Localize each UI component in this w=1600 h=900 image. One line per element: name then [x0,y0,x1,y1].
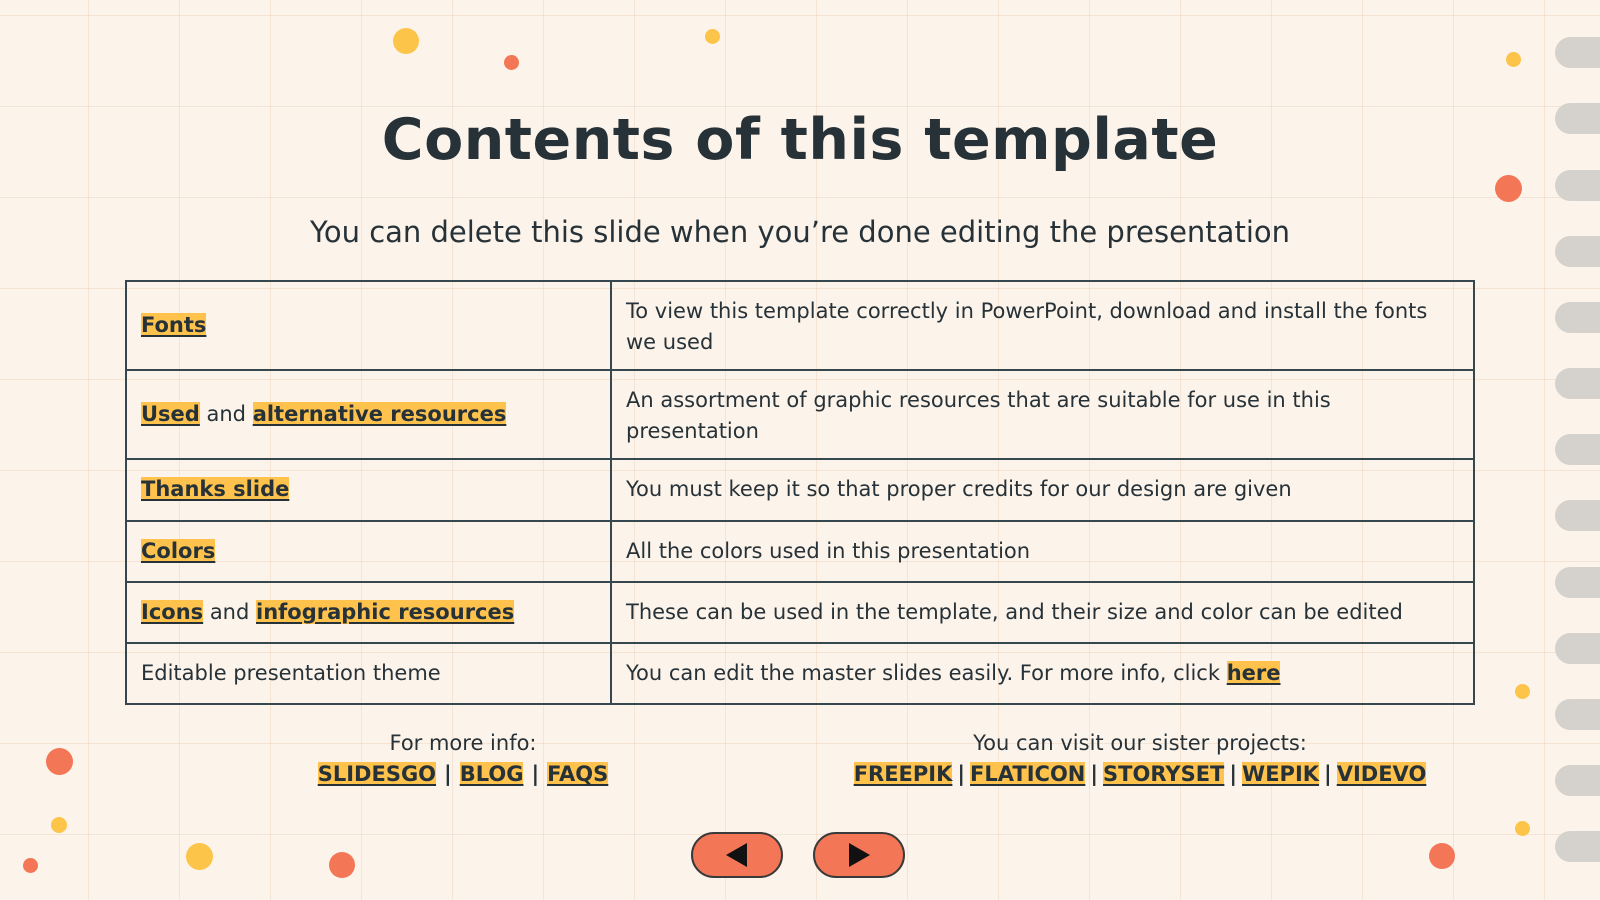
decorative-dot [1515,821,1530,836]
icons-link[interactable]: Icons [141,599,204,624]
decorative-dot [504,55,519,70]
row-title-cell: Fonts [125,279,612,372]
triangle-left-icon [726,843,747,867]
next-slide-button[interactable] [813,832,905,878]
row-connector-text: and [203,599,256,624]
blog-link[interactable]: BLOG [459,762,524,786]
notebook-tab [1555,368,1600,399]
notebook-tab [1555,765,1600,796]
sister-projects-label: You can visit our sister projects: [973,731,1307,755]
notebook-tab [1555,37,1600,68]
decorative-dot [23,858,38,873]
link-separator: | [1090,762,1099,786]
alternative-resources-link[interactable]: alternative resources [252,402,507,427]
table-row: Icons and infographic resources These ca… [125,580,1475,644]
slidesgo-link[interactable]: SLIDESGO [317,762,437,786]
more-info-section: For more info: SLIDESGO | BLOG | FAQS [263,728,663,790]
row-title-cell: Colors [125,519,612,583]
videvo-link[interactable]: VIDEVO [1336,762,1427,786]
row-description-cell: These can be used in the template, and t… [610,580,1475,644]
freepik-link[interactable]: FREEPIK [853,762,953,786]
notebook-tab [1555,170,1600,201]
row-description-cell: All the colors used in this presentation [610,519,1475,583]
notebook-tab [1555,633,1600,664]
row-title-cell: Thanks slide [125,458,612,522]
previous-slide-button[interactable] [691,832,783,878]
colors-link[interactable]: Colors [141,538,216,563]
row-connector-text: and [199,402,253,427]
faqs-link[interactable]: FAQS [547,762,609,786]
thanks-slide-link[interactable]: Thanks slide [141,477,290,502]
decorative-dot [705,29,720,44]
decorative-dot [1515,684,1530,699]
notebook-tab [1555,302,1600,333]
row-title-cell: Icons and infographic resources [125,580,612,644]
table-row: Thanks slide You must keep it so that pr… [125,458,1475,522]
row-description-cell: You must keep it so that proper credits … [610,458,1475,522]
sister-projects-links: FREEPIK | FLATICON | STORYSET | WEPIK | VIDEVO [810,758,1470,790]
notebook-tab [1555,699,1600,730]
table-row: Editable presentation theme You can edit… [125,641,1475,706]
link-separator: | [1229,762,1238,786]
page-subtitle: You can delete this slide when you’re do… [309,215,1290,249]
decorative-dot [186,843,213,870]
row-title-text: Editable presentation theme [141,660,441,685]
decorative-dot [51,817,67,833]
link-separator: | [957,762,966,786]
row-description-cell: You can edit the master slides easily. F… [610,641,1475,706]
notebook-tab [1555,500,1600,531]
page-title: Contents of this template [381,107,1219,173]
row-title-cell: Editable presentation theme [125,641,612,706]
row-title-cell: Used and alternative resources [125,369,612,461]
fonts-link[interactable]: Fonts [141,313,207,338]
decorative-dot [329,852,355,878]
contents-table: Fonts To view this template correctly in… [125,279,1475,706]
row-description: An assortment of graphic resources that … [626,388,1331,444]
sister-projects-section: You can visit our sister projects: FREEP… [810,728,1470,790]
decorative-dot [393,28,419,54]
row-description-cell: To view this template correctly in Power… [610,279,1475,372]
row-description: You must keep it so that proper credits … [626,477,1292,502]
decorative-dot [1495,175,1522,202]
wepik-link[interactable]: WEPIK [1242,762,1320,786]
more-info-links: SLIDESGO | BLOG | FAQS [263,758,663,790]
here-link[interactable]: here [1226,660,1281,685]
row-description: These can be used in the template, and t… [626,599,1403,624]
row-description: To view this template correctly in Power… [626,299,1428,354]
link-separator: | [531,762,540,786]
triangle-right-icon [849,843,870,867]
row-description: All the colors used in this presentation [626,538,1031,563]
table-row: Fonts To view this template correctly in… [125,279,1475,372]
storyset-link[interactable]: STORYSET [1103,762,1225,786]
notebook-tab [1555,831,1600,862]
row-description: You can edit the master slides easily. F… [626,660,1227,685]
table-row: Used and alternative resources An assort… [125,369,1475,461]
used-resources-link[interactable]: Used [141,402,200,427]
decorative-dot [46,748,73,775]
link-separator: | [1324,762,1332,786]
table-row: Colors All the colors used in this prese… [125,519,1475,583]
more-info-label: For more info: [389,731,537,755]
row-description-cell: An assortment of graphic resources that … [610,369,1475,461]
decorative-dot [1429,843,1455,869]
notebook-tab [1555,434,1600,465]
notebook-tab [1555,567,1600,598]
decorative-dot [1506,52,1521,67]
infographic-resources-link[interactable]: infographic resources [256,599,515,624]
flaticon-link[interactable]: FLATICON [970,762,1086,786]
link-separator: | [444,762,452,786]
